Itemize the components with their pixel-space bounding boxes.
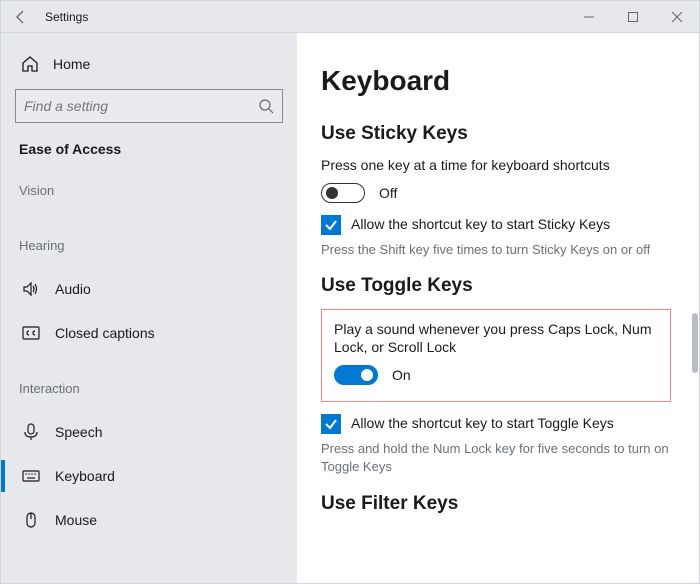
sticky-keys-help: Press the Shift key five times to turn S… <box>321 241 671 259</box>
toggle-keys-highlight-box: Play a sound whenever you press Caps Loc… <box>321 309 671 403</box>
sidebar-item-label: Audio <box>55 281 91 297</box>
keyboard-icon <box>21 466 41 486</box>
sidebar-item-closed-captions[interactable]: Closed captions <box>15 311 283 355</box>
home-icon <box>21 55 39 73</box>
section-title-filter-keys: Use Filter Keys <box>321 493 671 515</box>
microphone-icon <box>21 422 41 442</box>
back-button[interactable] <box>1 1 41 32</box>
sidebar-group-interaction: Interaction <box>19 381 283 396</box>
section-title-toggle-keys: Use Toggle Keys <box>321 275 671 297</box>
toggle-keys-shortcut-checkbox[interactable] <box>321 414 341 434</box>
sidebar-item-label: Closed captions <box>55 325 155 341</box>
maximize-icon <box>627 11 639 23</box>
search-icon <box>258 98 274 114</box>
maximize-button[interactable] <box>611 1 655 33</box>
arrow-left-icon <box>13 9 29 25</box>
search-input[interactable] <box>24 98 258 114</box>
toggle-keys-toggle[interactable] <box>334 365 378 385</box>
toggle-keys-help: Press and hold the Num Lock key for five… <box>321 440 671 475</box>
sticky-keys-shortcut-label: Allow the shortcut key to start Sticky K… <box>351 215 610 234</box>
sidebar-item-label: Keyboard <box>55 468 115 484</box>
sidebar-group-hearing: Hearing <box>19 238 283 253</box>
sidebar-item-audio[interactable]: Audio <box>15 267 283 311</box>
page-title: Keyboard <box>321 65 671 97</box>
toggle-keys-toggle-label: On <box>392 367 411 383</box>
sidebar-section-header: Ease of Access <box>19 141 283 157</box>
close-icon <box>671 11 683 23</box>
mouse-icon <box>21 510 41 530</box>
sidebar-item-speech[interactable]: Speech <box>15 410 283 454</box>
sticky-keys-shortcut-checkbox[interactable] <box>321 215 341 235</box>
minimize-button[interactable] <box>567 1 611 33</box>
sidebar-group-vision: Vision <box>19 183 283 198</box>
minimize-icon <box>583 11 595 23</box>
sticky-keys-description: Press one key at a time for keyboard sho… <box>321 157 671 173</box>
vertical-scrollbar[interactable] <box>687 33 699 583</box>
sidebar-item-label: Mouse <box>55 512 97 528</box>
sticky-keys-toggle-label: Off <box>379 185 397 201</box>
closed-captions-icon <box>21 323 41 343</box>
window-title: Settings <box>45 10 88 24</box>
section-title-sticky-keys: Use Sticky Keys <box>321 123 671 145</box>
sidebar: Home Ease of Access Vision Hearing Audio… <box>1 33 297 583</box>
toggle-keys-shortcut-label: Allow the shortcut key to start Toggle K… <box>351 414 614 433</box>
sidebar-home-label: Home <box>53 56 90 72</box>
titlebar: Settings <box>1 1 699 33</box>
sidebar-item-keyboard[interactable]: Keyboard <box>15 454 283 498</box>
sticky-keys-toggle[interactable] <box>321 183 365 203</box>
audio-icon <box>21 279 41 299</box>
settings-window: Settings Home Ease of Access <box>0 0 700 584</box>
checkmark-icon <box>324 218 338 232</box>
main-content: Keyboard Use Sticky Keys Press one key a… <box>297 33 699 583</box>
search-box[interactable] <box>15 89 283 123</box>
checkmark-icon <box>324 417 338 431</box>
scrollbar-thumb[interactable] <box>692 313 698 373</box>
toggle-keys-description: Play a sound whenever you press Caps Loc… <box>334 320 658 358</box>
sidebar-home-button[interactable]: Home <box>15 47 283 81</box>
close-button[interactable] <box>655 1 699 33</box>
sidebar-item-mouse[interactable]: Mouse <box>15 498 283 542</box>
sidebar-item-label: Speech <box>55 424 102 440</box>
